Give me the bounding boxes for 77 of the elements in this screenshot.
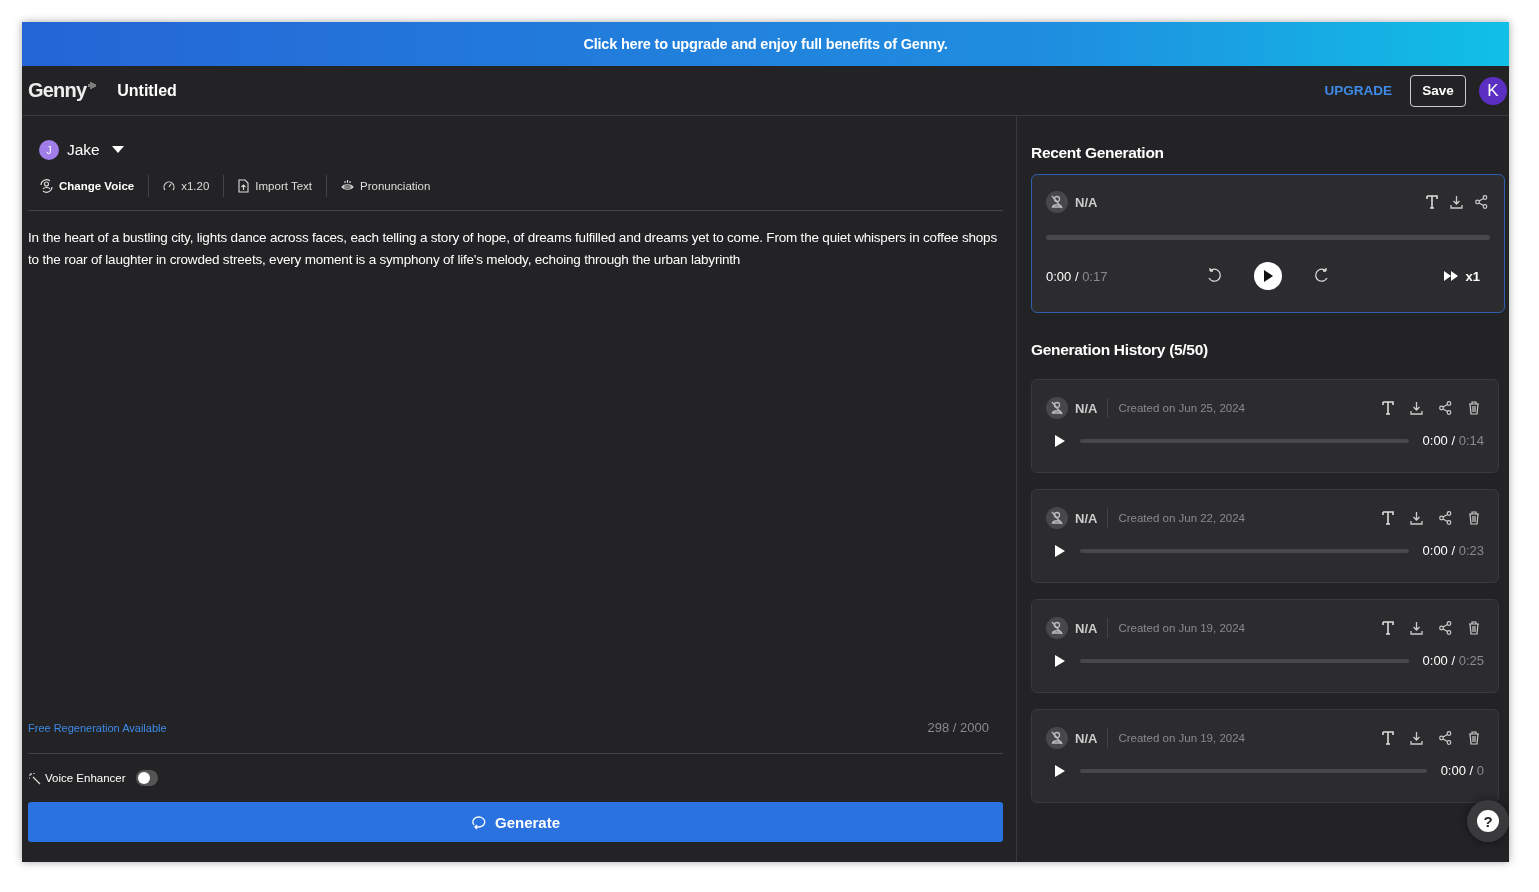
play-icon bbox=[1262, 269, 1274, 283]
free-regeneration-link[interactable]: Free Regeneration Available bbox=[28, 721, 167, 734]
download-icon[interactable] bbox=[1410, 401, 1423, 415]
file-upload-icon bbox=[238, 179, 250, 193]
trash-icon[interactable] bbox=[1468, 401, 1480, 415]
caret-icon[interactable] bbox=[111, 146, 124, 154]
download-icon[interactable] bbox=[1410, 511, 1423, 525]
script-text[interactable]: In the heart of a bustling city, lights dance across faces, each telling a story of hope, of dreams fulfilled and dreams yet to come. From the quiet whispers in coffee shops to the roar of laughter in crowded streets, every moment is a symphony of life's melody, echoing through the urban labyrinth bbox=[28, 227, 1003, 271]
generate-button[interactable]: Generate bbox=[28, 802, 1003, 842]
upgrade-banner-link[interactable]: Click here to upgrade and enjoy full benefits of Genny. bbox=[22, 22, 1509, 66]
document-title: Untitled bbox=[117, 81, 177, 100]
play-icon[interactable] bbox=[1054, 653, 1066, 668]
character-count: 298 / 2000 bbox=[927, 720, 989, 735]
text-icon[interactable] bbox=[1382, 621, 1394, 635]
download-icon[interactable] bbox=[1450, 195, 1463, 209]
voice-label: N/A bbox=[1075, 510, 1098, 526]
download-icon[interactable] bbox=[1410, 621, 1423, 635]
upgrade-link[interactable]: UPGRADE bbox=[1324, 83, 1392, 98]
trash-icon[interactable] bbox=[1468, 621, 1480, 635]
time-label: 0:00 / 0:14 bbox=[1422, 433, 1484, 448]
toolbar-button[interactable]: Change Voice bbox=[40, 179, 149, 193]
share-icon[interactable] bbox=[1439, 511, 1452, 525]
text-icon[interactable] bbox=[1382, 731, 1394, 745]
share-icon[interactable] bbox=[1439, 731, 1452, 745]
voice-avatar: J bbox=[39, 140, 59, 160]
text-icon[interactable] bbox=[1382, 401, 1394, 415]
download-icon[interactable] bbox=[1410, 731, 1423, 745]
play-icon[interactable] bbox=[1054, 543, 1066, 558]
crossed-voice-icon bbox=[1046, 397, 1068, 419]
created-date: Created on Jun 19, 2024 bbox=[1118, 622, 1245, 634]
share-icon[interactable] bbox=[1439, 621, 1452, 635]
save-button[interactable]: Save bbox=[1410, 74, 1466, 107]
sound-wave-icon bbox=[88, 81, 98, 90]
time-label: 0:00 / 0 bbox=[1440, 763, 1484, 778]
voice-label: N/A bbox=[1075, 400, 1098, 416]
crossed-voice-icon bbox=[1046, 617, 1068, 639]
toolbar-button[interactable]: x1.20 bbox=[149, 180, 224, 192]
toolbar-button[interactable]: Import Text bbox=[224, 179, 326, 193]
gauge-icon bbox=[163, 180, 176, 192]
play-icon[interactable] bbox=[1054, 433, 1066, 448]
time-label: 0:00 / 0:23 bbox=[1422, 543, 1484, 558]
created-date: Created on Jun 19, 2024 bbox=[1118, 732, 1245, 744]
crossed-voice-icon bbox=[1046, 727, 1068, 749]
trash-icon[interactable] bbox=[1468, 731, 1480, 745]
voice-enhancer-toggle[interactable] bbox=[135, 770, 158, 786]
voice-name[interactable]: Jake bbox=[67, 141, 100, 159]
play-button[interactable] bbox=[1254, 262, 1282, 290]
trash-icon[interactable] bbox=[1468, 511, 1480, 525]
crossed-voice-icon bbox=[1046, 191, 1068, 213]
regenerate-icon bbox=[470, 814, 487, 830]
voice-label: N/A bbox=[1075, 730, 1098, 746]
share-icon[interactable] bbox=[1475, 195, 1488, 209]
time-label: 0:00 / 0:25 bbox=[1422, 653, 1484, 668]
text-icon[interactable] bbox=[1426, 195, 1438, 209]
lips-icon bbox=[341, 180, 354, 192]
created-date: Created on Jun 25, 2024 bbox=[1118, 402, 1245, 414]
forward-icon[interactable] bbox=[1314, 268, 1330, 284]
text-icon[interactable] bbox=[1382, 511, 1394, 525]
speed-label[interactable]: x1 bbox=[1465, 268, 1480, 284]
voice-label: N/A bbox=[1075, 620, 1098, 636]
rewind-icon[interactable] bbox=[1206, 268, 1222, 284]
logo-text: Genny bbox=[28, 79, 87, 102]
play-icon[interactable] bbox=[1054, 763, 1066, 778]
section-title: Generation History (5/50) bbox=[1031, 341, 1209, 359]
help-button[interactable]: ? bbox=[1467, 800, 1509, 842]
fast-forward-icon[interactable] bbox=[1443, 271, 1458, 281]
created-date: Created on Jun 22, 2024 bbox=[1118, 512, 1245, 524]
voice-enhancer-label: Voice Enhancer bbox=[45, 772, 126, 784]
section-title: Recent Generation bbox=[1031, 144, 1165, 162]
time-label: 0:00 / 0:17 bbox=[1046, 268, 1109, 284]
share-icon[interactable] bbox=[1439, 401, 1452, 415]
voice-label: N/A bbox=[1075, 194, 1098, 210]
toolbar-button[interactable]: Pronunciation bbox=[327, 180, 445, 192]
crossed-voice-icon bbox=[1046, 507, 1068, 529]
user-avatar[interactable]: K bbox=[1479, 76, 1507, 105]
voice-change-icon bbox=[40, 179, 53, 193]
magic-wand-icon bbox=[28, 771, 41, 785]
